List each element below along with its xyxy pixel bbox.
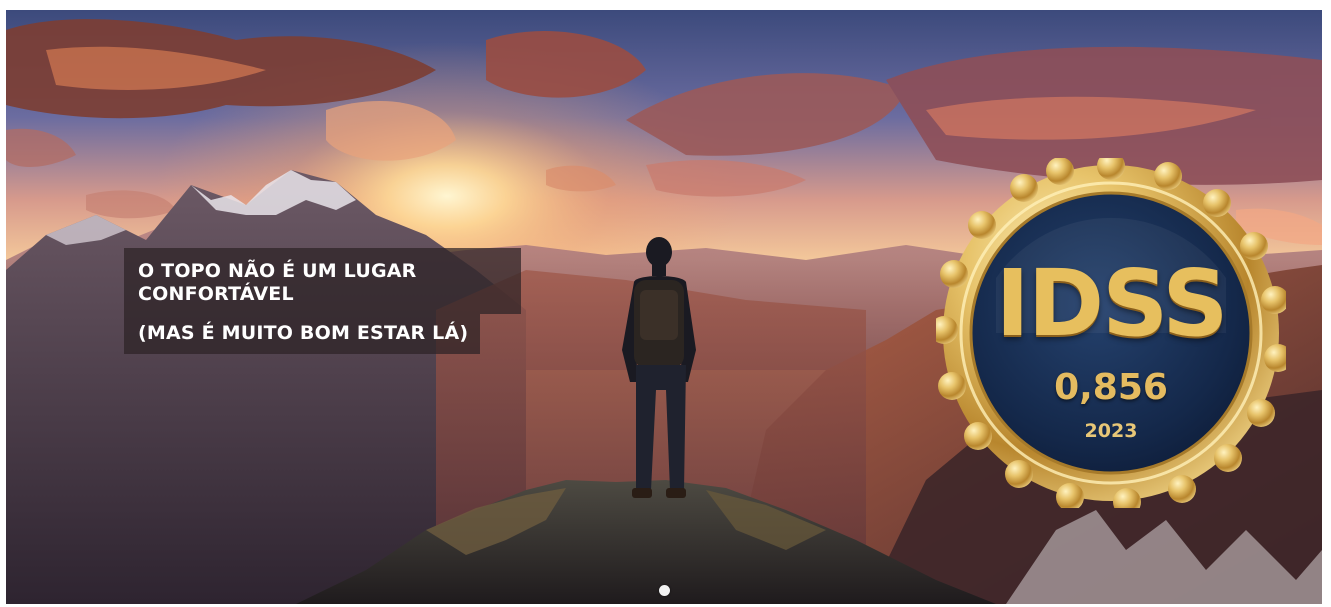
caption-subline: (MAS É MUITO BOM ESTAR LÁ) xyxy=(124,314,481,354)
carousel-indicators xyxy=(6,581,1322,596)
idss-seal-badge: IDSS 0,856 2023 xyxy=(936,158,1286,508)
caption-headline: O TOPO NÃO É UM LUGAR CONFORTÁVEL xyxy=(124,248,521,314)
seal-score: 0,856 xyxy=(1054,367,1168,408)
seal-year: 2023 xyxy=(1084,420,1138,442)
seal-title: IDSS xyxy=(995,250,1229,357)
hero-banner[interactable]: O TOPO NÃO É UM LUGAR CONFORTÁVEL (MAS É… xyxy=(6,10,1322,604)
carousel-dot-1[interactable] xyxy=(658,585,670,596)
hero-caption: O TOPO NÃO É UM LUGAR CONFORTÁVEL (MAS É… xyxy=(124,248,522,354)
